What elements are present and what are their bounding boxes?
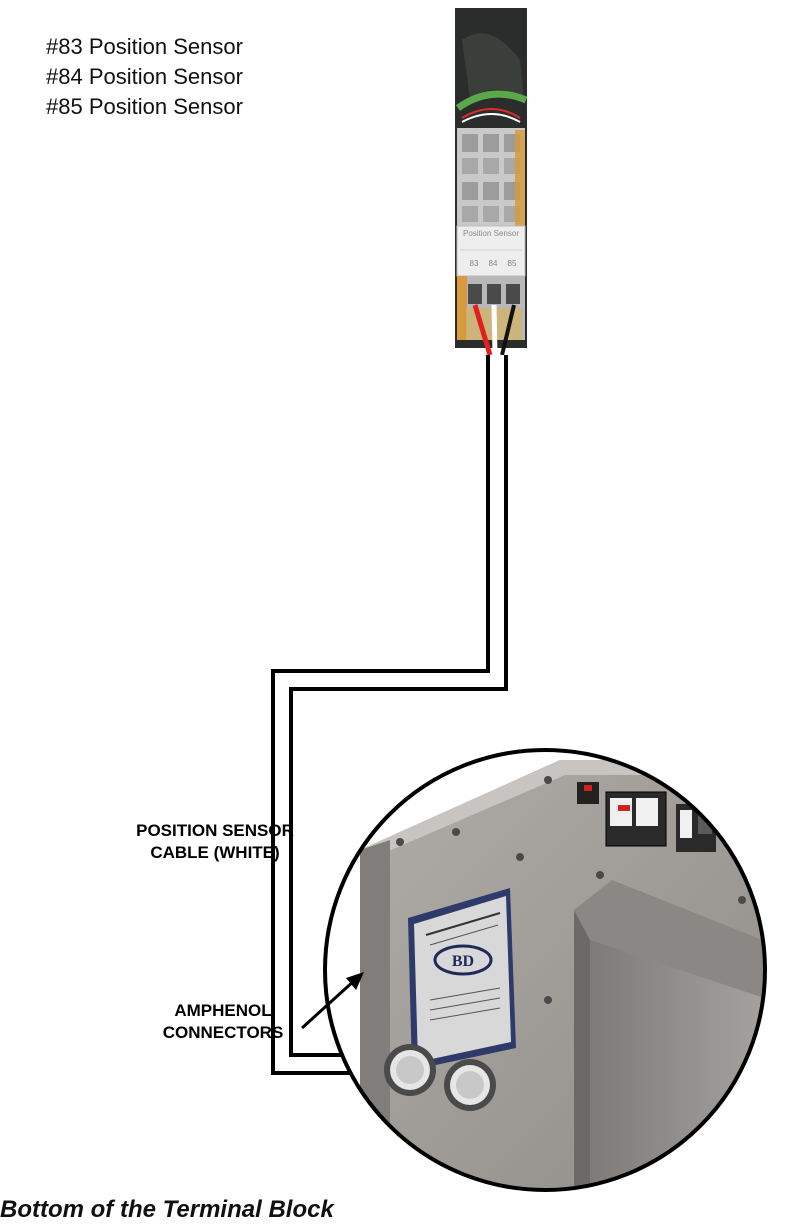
svg-text:BD: BD <box>452 953 474 970</box>
terminal-label-85: 85 <box>508 259 517 268</box>
terminal-header-label: Position Sensor <box>463 229 519 238</box>
terminal-label-84: 84 <box>489 259 498 268</box>
terminal-modules <box>457 128 525 226</box>
cable-label-line1: POSITION SENSOR <box>136 821 294 840</box>
amphenol-connector-1 <box>384 1044 436 1096</box>
terminal-label-83: 83 <box>470 259 479 268</box>
wiring-diagram: Position Sensor 83 84 85 BD <box>271 8 767 1192</box>
cable-label-line2: CABLE (WHITE) <box>150 843 280 862</box>
connector-label-line2: CONNECTORS <box>162 1023 284 1042</box>
amphenol-connector-2 <box>444 1059 496 1111</box>
wire-white <box>491 304 498 356</box>
terminal-block-photo: Position Sensor 83 84 85 <box>455 8 528 348</box>
position-sensor-cable-label: POSITION SENSOR CABLE (WHITE) <box>105 820 325 864</box>
connector-label-line1: AMPHENOL <box>174 1001 272 1020</box>
amphenol-connectors-label: AMPHENOL CONNECTORS <box>128 1000 318 1044</box>
figure-caption: Bottom of the Terminal Block <box>0 1196 334 1223</box>
